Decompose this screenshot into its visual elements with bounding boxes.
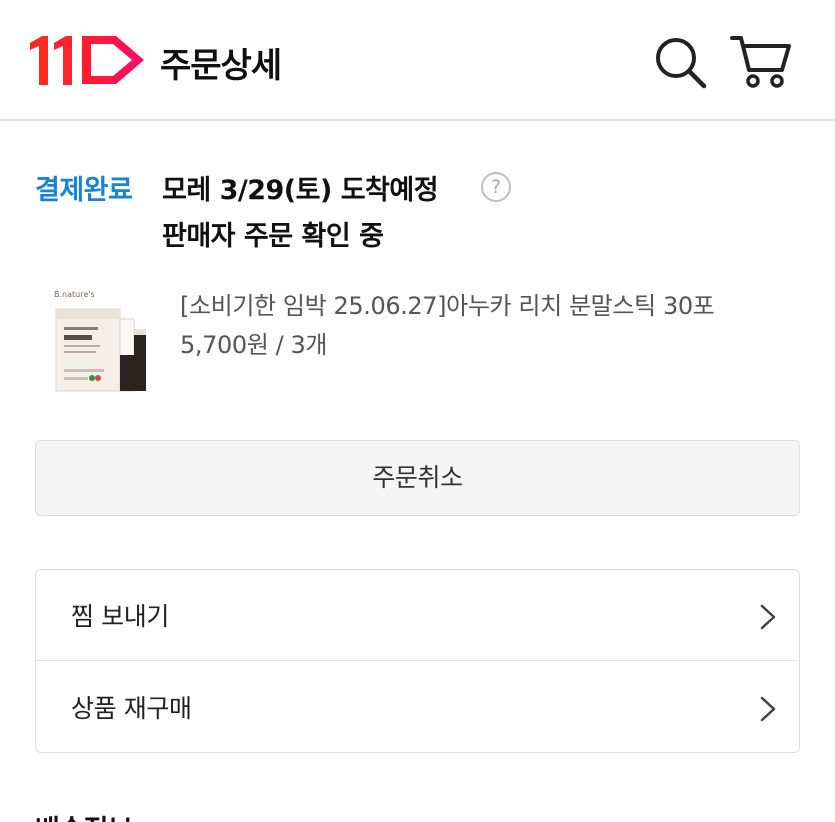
rebuy-product-label: 상품 재구매 xyxy=(71,694,192,723)
delivery-estimate: 모레 3/29(토) 도착예정 xyxy=(162,175,439,206)
chevron-right-icon xyxy=(758,695,778,723)
header-bar: 주문상세 xyxy=(0,0,835,121)
send-wishlist-item[interactable]: 찜 보내기 xyxy=(36,570,799,661)
chevron-right-icon xyxy=(758,603,778,631)
page-title: 주문상세 xyxy=(160,46,282,86)
rebuy-product-item[interactable]: 상품 재구매 xyxy=(36,662,799,753)
product-price-quantity: 5,700원 / 3개 xyxy=(180,331,328,359)
product-name[interactable]: [소비기한 임박 25.06.27]아누카 리치 분말스틱 30포 xyxy=(180,286,715,321)
payment-status-label: 결제완료 xyxy=(35,175,133,206)
help-icon[interactable]: ? xyxy=(481,172,511,202)
thumb-brand-text: B.nature's xyxy=(54,290,95,299)
product-thumbnail[interactable]: B.nature's xyxy=(52,285,152,395)
send-wishlist-label: 찜 보내기 xyxy=(71,602,169,631)
seller-status: 판매자 주문 확인 중 xyxy=(162,221,384,252)
cancel-order-button[interactable]: 주문취소 xyxy=(35,440,800,516)
shipping-info-heading: 배송정보 xyxy=(35,808,133,822)
order-actions-list: 찜 보내기 상품 재구매 xyxy=(35,569,800,753)
cart-icon[interactable] xyxy=(728,30,794,92)
search-icon[interactable] xyxy=(650,32,710,92)
11st-logo-icon[interactable] xyxy=(28,33,148,87)
